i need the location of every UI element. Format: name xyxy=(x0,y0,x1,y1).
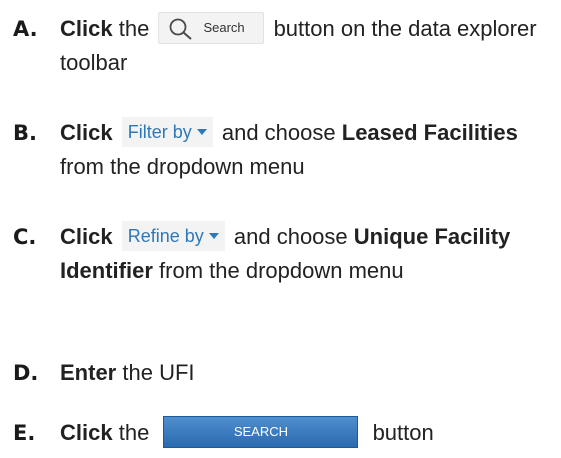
step-post: from the dropdown menu xyxy=(159,258,404,283)
step-letter: C. xyxy=(13,225,37,249)
step-pre: the xyxy=(118,420,150,445)
search-submit-button[interactable]: SEARCH xyxy=(163,416,359,449)
step-bold-term: Leased Facilities xyxy=(341,120,518,145)
step-verb: Click xyxy=(60,224,113,249)
step-text: Click Refine by and choose Unique Facili… xyxy=(60,220,557,288)
step-verb: Click xyxy=(60,16,113,41)
caret-down-icon xyxy=(196,129,207,136)
step-letter: D. xyxy=(13,361,39,385)
filter-by-dropdown[interactable]: Filter by xyxy=(121,117,213,148)
refine-by-label: Refine by xyxy=(127,226,204,247)
search-button-label: Search xyxy=(203,20,245,36)
step-text: Click the SEARCH button xyxy=(60,416,557,450)
step-post: and choose xyxy=(221,120,336,145)
step-verb: Click xyxy=(60,420,113,445)
caret-down-icon xyxy=(208,233,219,240)
step-text: Click Filter by and choose Leased Facili… xyxy=(60,116,557,184)
toolbar-search-button[interactable]: Search xyxy=(158,12,265,45)
step-pre: the xyxy=(118,16,150,41)
step-post: the UFI xyxy=(122,360,195,385)
step-letter: A. xyxy=(13,17,38,41)
step-verb: Enter xyxy=(60,360,117,385)
refine-by-dropdown[interactable]: Refine by xyxy=(121,221,225,252)
step-verb: Click xyxy=(60,120,113,145)
step-text: Click the Search button on the data expl… xyxy=(60,12,557,80)
step-letter: E. xyxy=(13,421,36,445)
step-post: button xyxy=(372,420,434,445)
step-post: and choose xyxy=(233,224,348,249)
step-letter: B. xyxy=(13,121,37,145)
search-icon xyxy=(170,18,193,40)
step-text: Enter the UFI xyxy=(60,356,557,390)
filter-by-label: Filter by xyxy=(127,122,192,143)
step-post: from the dropdown menu xyxy=(60,154,305,179)
